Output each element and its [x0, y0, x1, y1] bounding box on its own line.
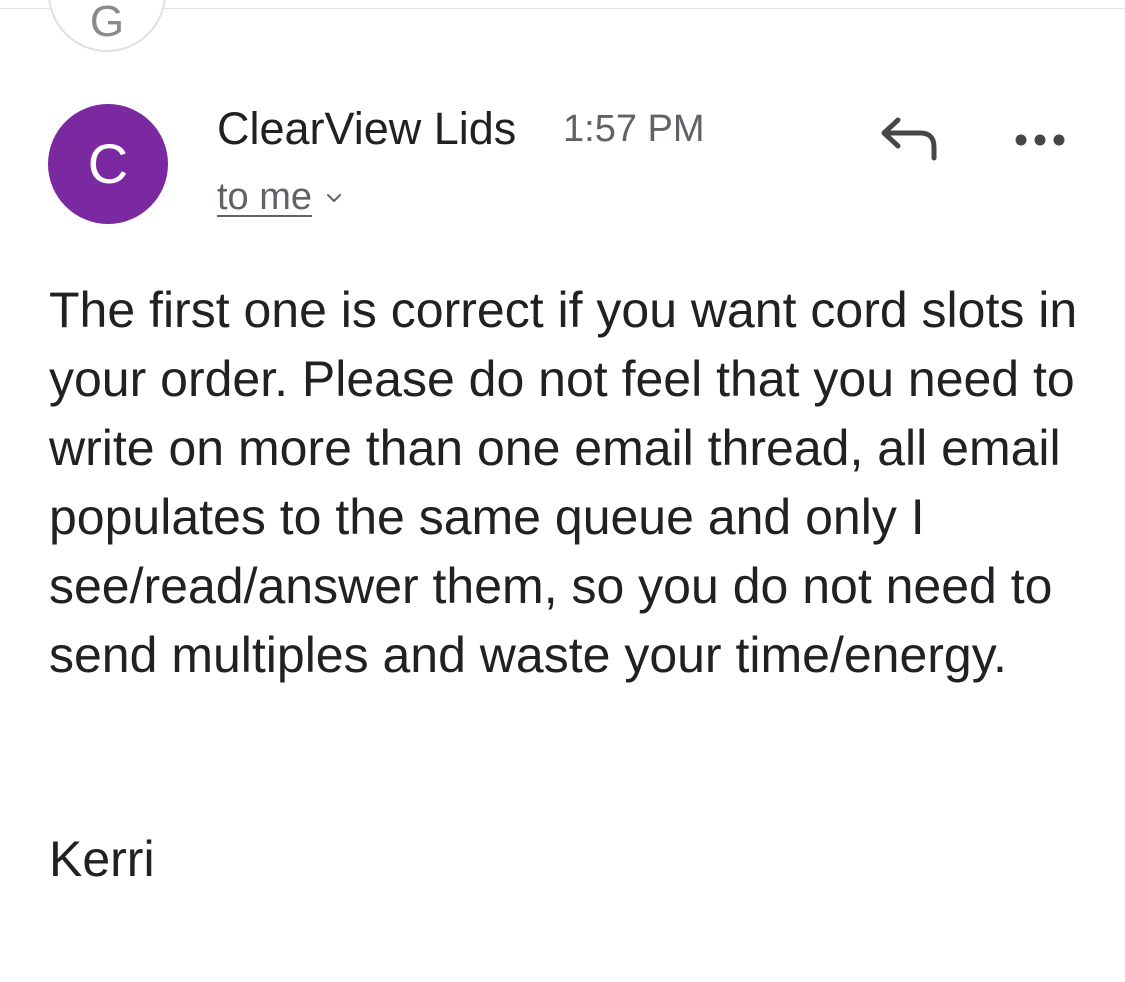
chevron-down-icon [326, 190, 342, 206]
sender-avatar-letter: C [87, 132, 129, 195]
reply-icon [881, 117, 937, 161]
sender-name[interactable]: ClearView Lids [217, 104, 516, 154]
recipient-label: to me [217, 176, 313, 218]
previous-message-avatar[interactable]: G [48, 0, 166, 52]
previous-avatar-letter: G [89, 0, 125, 46]
more-options-button[interactable] [1010, 120, 1070, 160]
reply-button[interactable] [876, 112, 940, 168]
message-body: The first one is correct if you want cor… [49, 282, 1078, 683]
sender-avatar[interactable]: C [48, 104, 168, 224]
message-signature: Kerri [49, 831, 155, 887]
recipient-details-toggle[interactable]: to me [217, 175, 342, 219]
sent-time: 1:57 PM [563, 108, 705, 150]
top-divider [0, 8, 1125, 9]
more-options-icon [1015, 134, 1065, 146]
